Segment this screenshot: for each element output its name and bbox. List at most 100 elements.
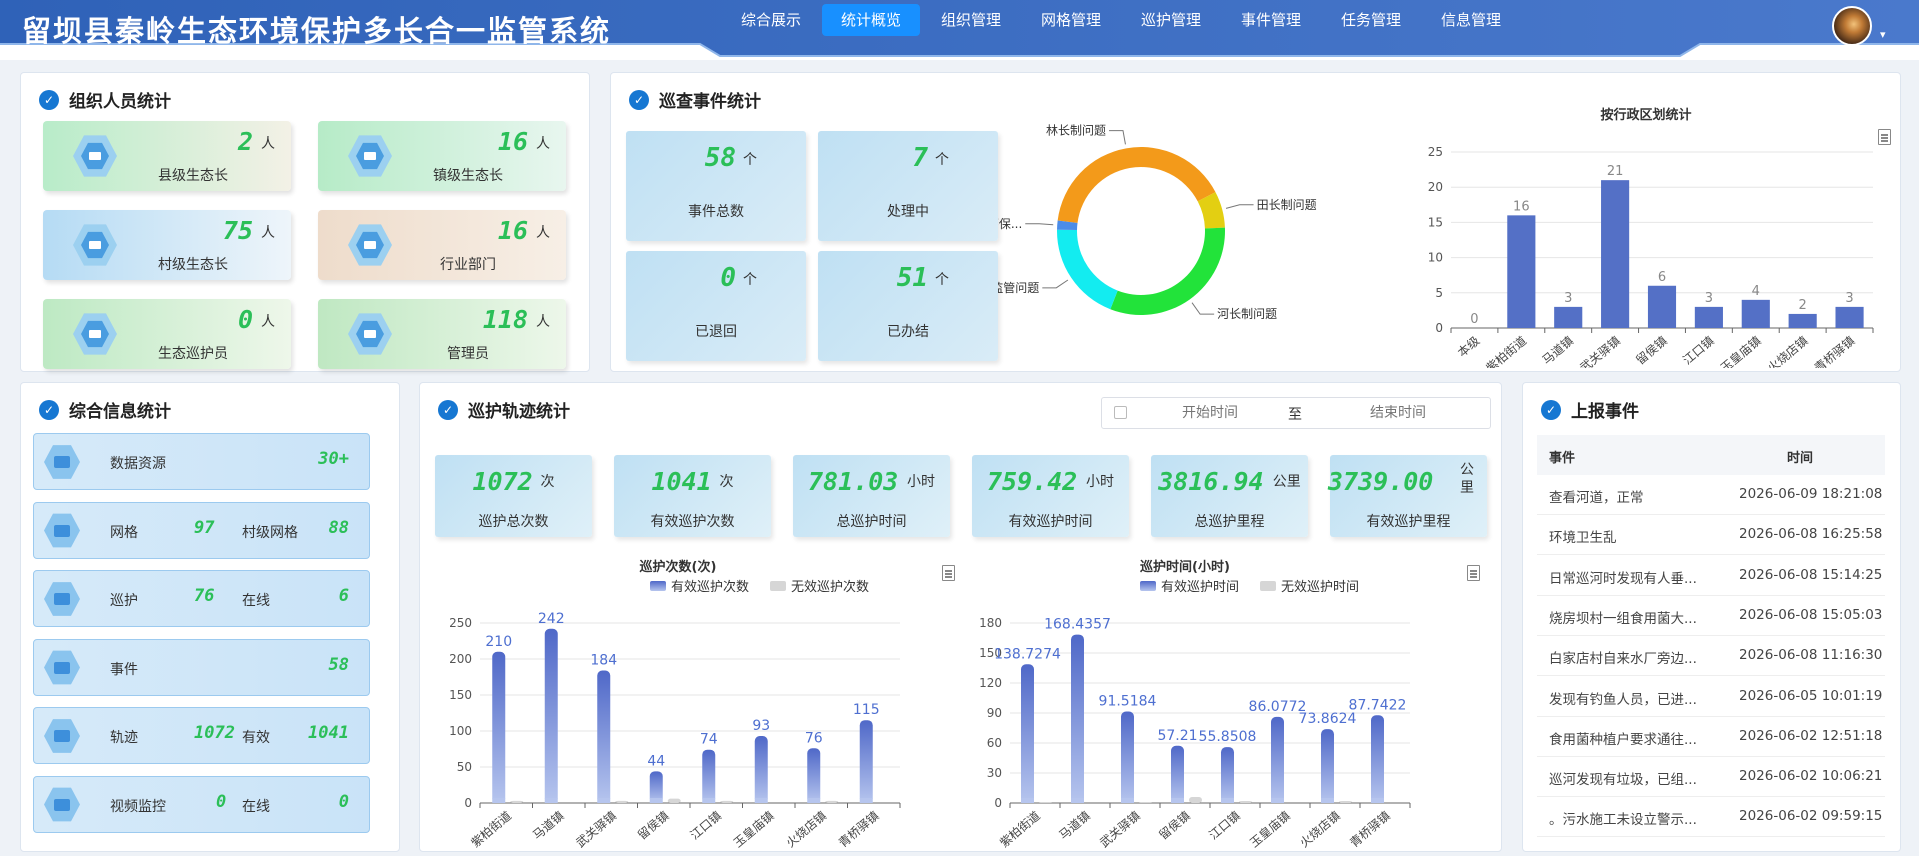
stat-label: 已办结 <box>887 324 929 340</box>
bar[interactable] <box>615 800 629 803</box>
bar-value-label: 6 <box>1658 270 1666 285</box>
bar[interactable] <box>1189 797 1202 803</box>
bar[interactable] <box>1171 745 1184 803</box>
track-stat-card: 1072 次巡护总次数 <box>435 455 592 537</box>
x-tick-label: 江口镇 <box>688 809 725 843</box>
bar[interactable] <box>1741 299 1770 328</box>
nav-tab-5[interactable]: 事件管理 <box>1222 4 1320 36</box>
user-avatar[interactable] <box>1832 6 1872 46</box>
bar-value-label: 168.4357 <box>1044 617 1111 633</box>
bar[interactable] <box>1507 215 1536 328</box>
end-time-input[interactable] <box>1338 402 1458 424</box>
x-tick-label: 紫柏街道 <box>1483 333 1529 368</box>
chart-title: 按行政区划统计 <box>1600 107 1691 123</box>
bar[interactable] <box>1071 634 1084 803</box>
user-group-icon <box>348 135 392 177</box>
info-row[interactable]: 网格 97 村级网格 88 <box>33 501 370 559</box>
stat-value: 759.42 <box>987 467 1078 496</box>
donut-slice[interactable] <box>1057 229 1118 310</box>
legend-label[interactable]: 有效巡护次数 <box>671 579 749 595</box>
table-row[interactable]: 巡河发现有垃圾，已组... 2026-06-02 10:06:21 <box>1537 757 1885 798</box>
bar[interactable] <box>1788 313 1817 328</box>
nav-tab-0[interactable]: 综合展示 <box>722 4 820 36</box>
bar[interactable] <box>1139 802 1152 803</box>
bar[interactable] <box>859 720 873 803</box>
legend-swatch[interactable] <box>770 581 786 591</box>
table-row[interactable]: 日常巡河时发现有人垂... 2026-06-08 15:14:25 <box>1537 556 1885 596</box>
info-label: 视频监控 <box>110 798 166 815</box>
bar[interactable] <box>1835 306 1864 328</box>
info-row[interactable]: 视频监控 0 在线 0 <box>33 775 370 833</box>
export-document-icon[interactable] <box>1878 129 1891 145</box>
legend-label[interactable]: 无效巡护时间 <box>1281 580 1359 595</box>
stat-label: 县级生态长 <box>158 168 228 184</box>
nav-tab-3[interactable]: 网格管理 <box>1022 4 1120 36</box>
bar[interactable] <box>1271 716 1284 803</box>
legend-label[interactable]: 有效巡护时间 <box>1161 580 1239 595</box>
info-value-secondary: 6 <box>338 586 349 606</box>
bar[interactable] <box>1694 306 1723 328</box>
nav-tab-1[interactable]: 统计概览 <box>822 4 920 36</box>
bar-base <box>1121 798 1134 803</box>
x-tick-label: 留侯镇 <box>1633 334 1670 368</box>
bar-value-label: 242 <box>538 611 565 627</box>
legend-swatch[interactable] <box>650 581 666 591</box>
table-row[interactable]: 白家店村自来水厂旁边... 2026-06-08 11:16:30 <box>1537 636 1885 677</box>
bar[interactable] <box>1221 747 1234 803</box>
stat-unit: 人 <box>261 225 275 241</box>
bar[interactable] <box>825 800 839 803</box>
export-document-icon[interactable] <box>1467 565 1480 581</box>
bar[interactable] <box>1121 711 1134 803</box>
legend-label[interactable]: 无效巡护次数 <box>791 579 869 595</box>
donut-slice[interactable] <box>1110 227 1225 315</box>
info-row[interactable]: 事件 58 <box>33 638 370 696</box>
bar[interactable] <box>1601 180 1630 328</box>
nav-tab-2[interactable]: 组织管理 <box>922 4 1020 36</box>
patrol-time-bar-chart: 巡护时间(小时)0306090120150180紫柏街道 马道镇 武关驿镇 留侯镇 江口… <box>979 559 1411 848</box>
bar[interactable] <box>1239 801 1252 803</box>
bar[interactable] <box>510 800 524 803</box>
check-circle-icon: ✓ <box>39 89 59 110</box>
stat-value: 0 <box>237 305 253 334</box>
bar[interactable] <box>702 749 716 803</box>
bar[interactable] <box>1371 715 1384 803</box>
start-time-input[interactable] <box>1150 402 1270 424</box>
database-icon <box>44 582 80 616</box>
nav-tab-6[interactable]: 任务管理 <box>1322 4 1420 36</box>
export-document-icon[interactable] <box>942 565 955 581</box>
nav-tab-4[interactable]: 巡护管理 <box>1122 4 1220 36</box>
date-range-picker[interactable]: 至 <box>1101 397 1491 429</box>
legend-swatch[interactable] <box>1260 581 1276 591</box>
bar[interactable] <box>1339 801 1352 803</box>
bar[interactable] <box>492 651 506 803</box>
table-row[interactable]: 发现有钓鱼人员，已进... 2026-06-05 10:01:19 <box>1537 677 1885 717</box>
stat-unit: 人 <box>536 314 550 330</box>
table-row[interactable]: 食用菌种植户要求通往... 2026-06-02 12:51:18 <box>1537 717 1885 757</box>
table-row[interactable]: 查看河道，正常 2026-06-09 18:21:08 <box>1537 475 1885 515</box>
bar[interactable] <box>1021 664 1034 803</box>
info-row[interactable]: 数据资源 30+ <box>33 433 370 490</box>
bar[interactable] <box>667 798 681 803</box>
info-row[interactable]: 巡护 76 在线 6 <box>33 570 370 627</box>
time-cell: 2026-06-02 10:06:21 <box>1739 768 1883 785</box>
stat-label: 行业部门 <box>440 257 496 273</box>
chevron-down-icon[interactable]: ▾ <box>1880 28 1886 41</box>
legend-swatch[interactable] <box>1140 581 1156 591</box>
bar[interactable] <box>720 800 734 803</box>
bar[interactable] <box>1647 285 1677 328</box>
bar[interactable] <box>597 670 611 803</box>
table-row[interactable]: 烧房坝村一组食用菌大... 2026-06-08 15:05:03 <box>1537 596 1885 636</box>
table-row[interactable]: 环境卫生乱 2026-06-08 16:25:58 <box>1537 515 1885 556</box>
info-row[interactable]: 轨迹 1072 有效 1041 <box>33 707 370 764</box>
bar-value-label: 115 <box>853 702 880 718</box>
bar[interactable] <box>807 748 821 803</box>
bar[interactable] <box>1039 802 1052 803</box>
bar[interactable] <box>544 628 558 803</box>
bar[interactable] <box>754 736 768 803</box>
table-row[interactable]: 。污水施工未设立警示... 2026-06-02 09:59:15 <box>1537 797 1885 838</box>
donut-slice[interactable] <box>1057 147 1216 223</box>
bar[interactable] <box>1321 729 1334 803</box>
bar[interactable] <box>1554 306 1583 328</box>
nav-tab-7[interactable]: 信息管理 <box>1422 4 1520 36</box>
bar-value-label: 3 <box>1705 291 1713 306</box>
